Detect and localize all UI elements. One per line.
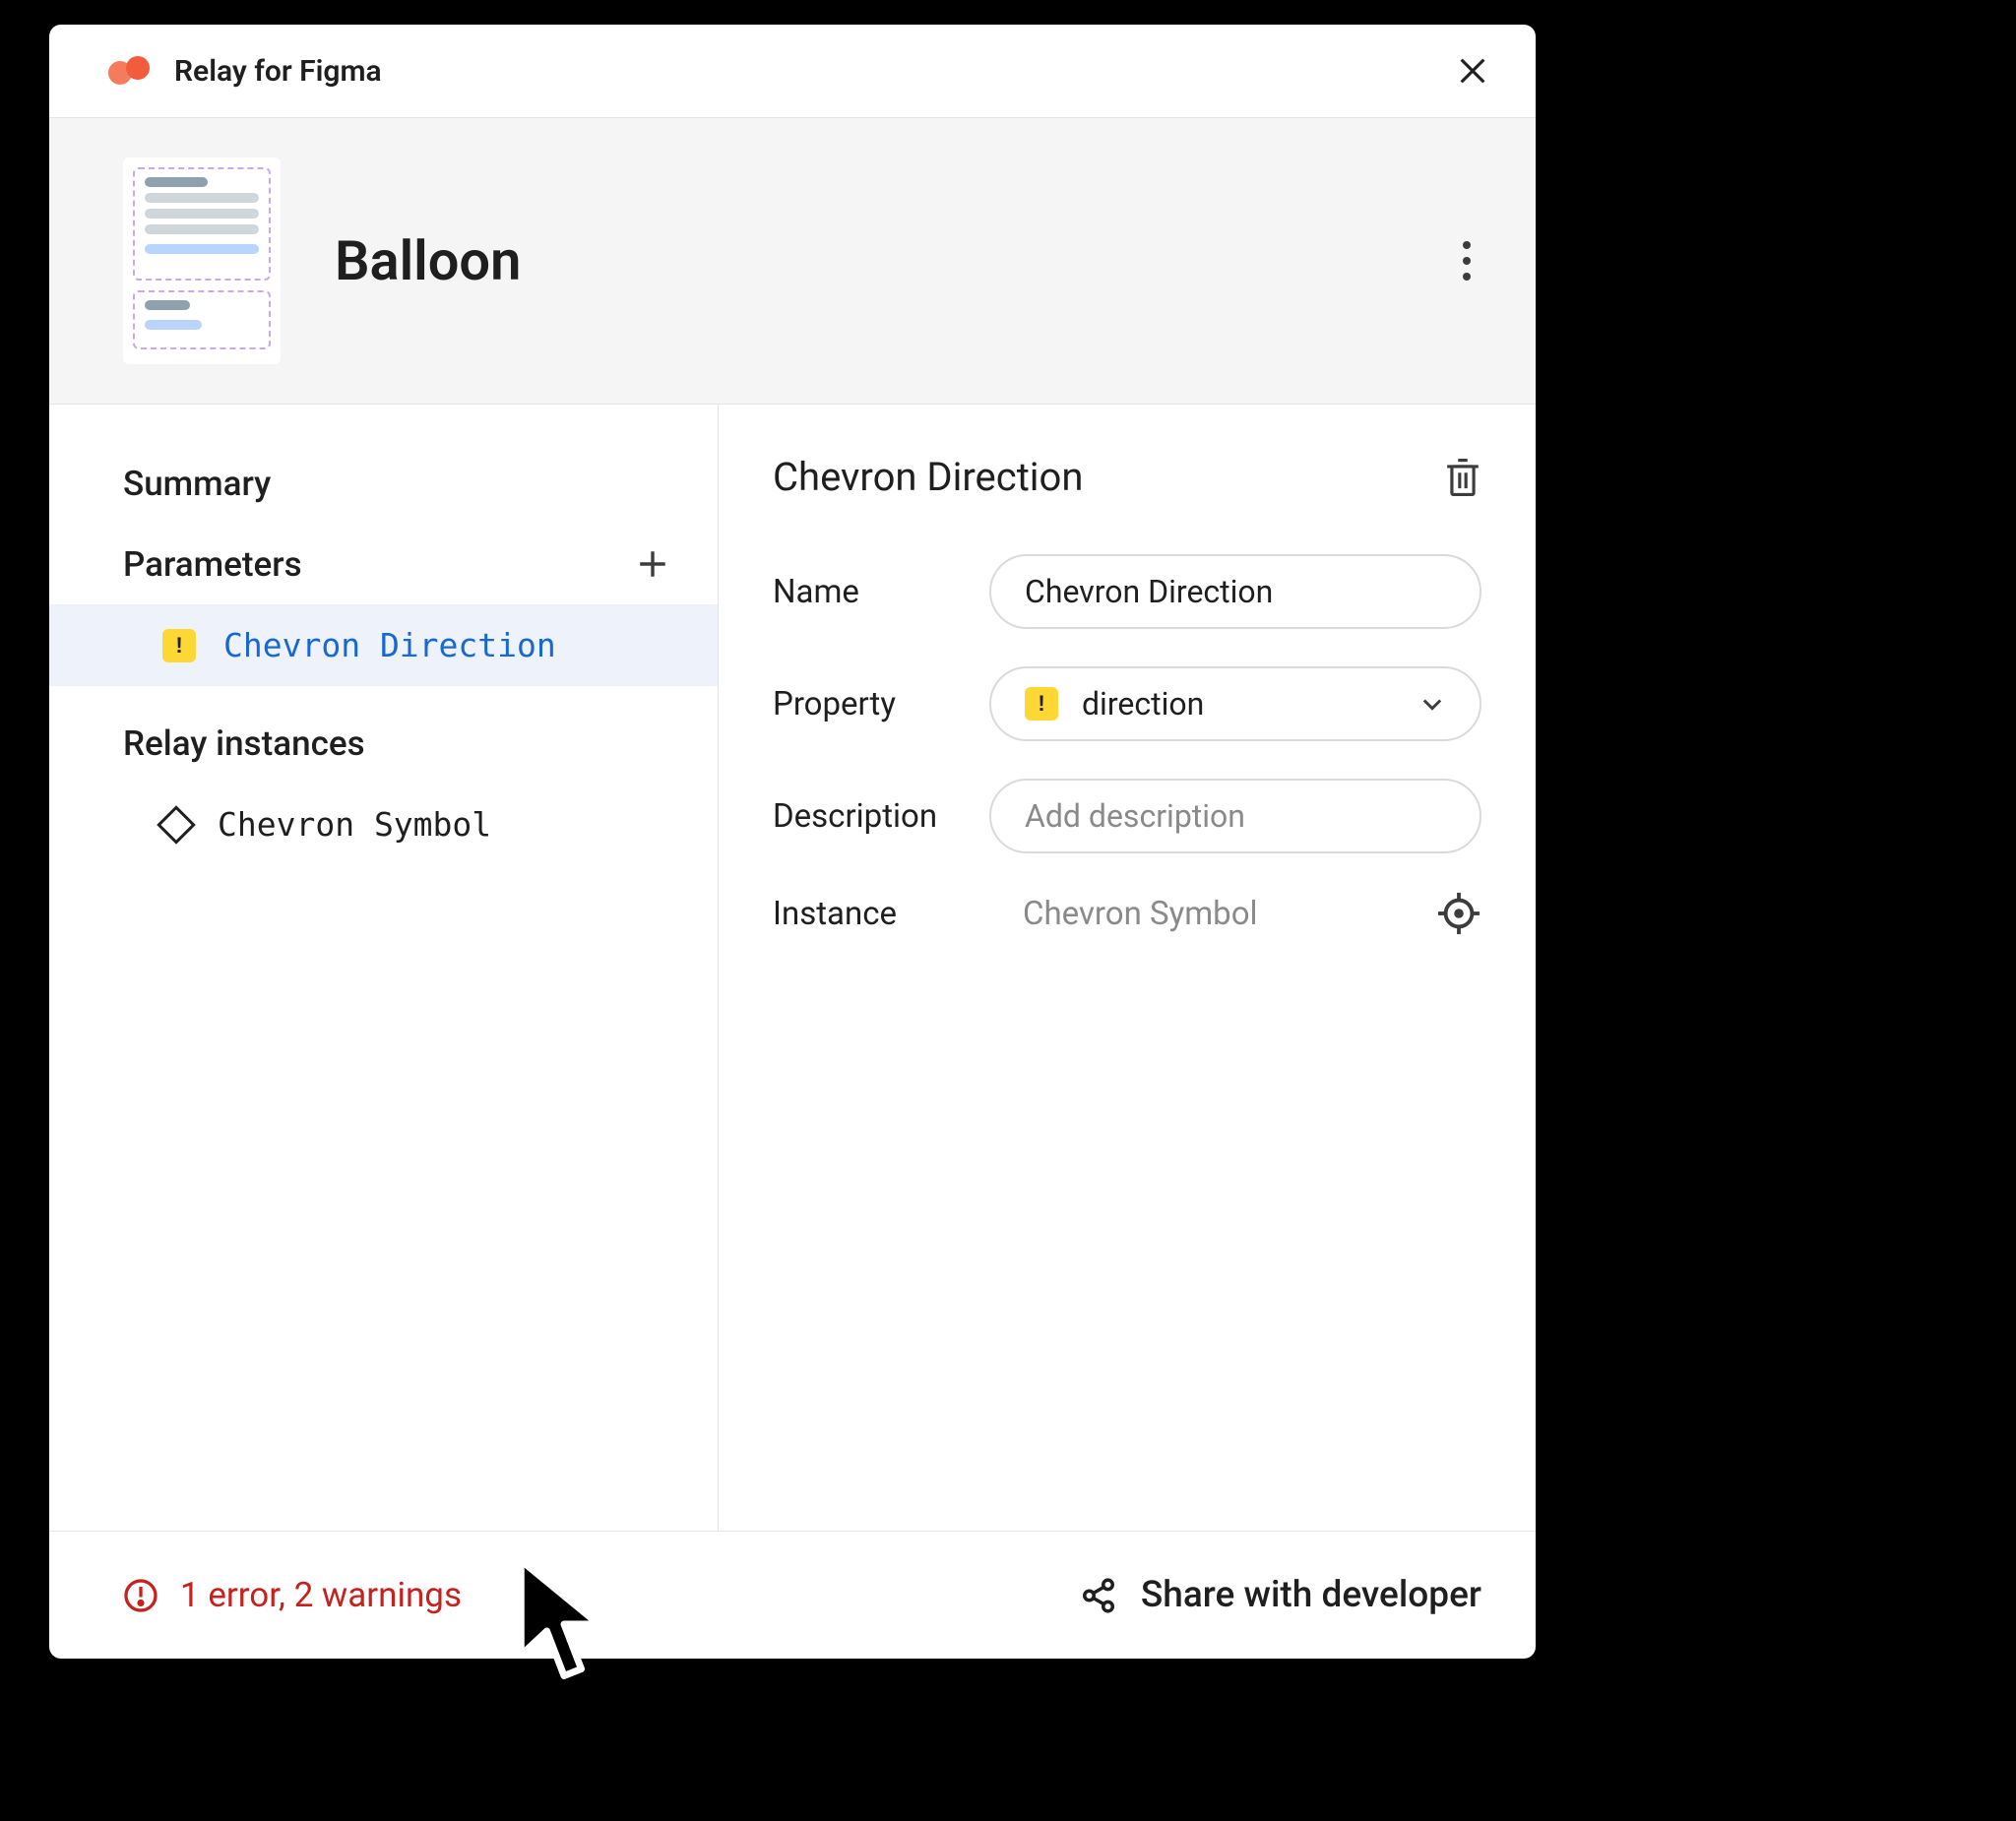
- property-select-value: direction: [1082, 685, 1204, 722]
- field-name: Name Chevron Direction: [773, 554, 1481, 629]
- share-label: Share with developer: [1141, 1574, 1481, 1616]
- sidebar-instance-item[interactable]: Chevron Symbol: [49, 784, 718, 865]
- warning-icon: !: [1025, 687, 1058, 721]
- field-description-label: Description: [773, 797, 989, 836]
- chevron-down-icon: [1418, 690, 1446, 718]
- delete-button[interactable]: [1444, 457, 1481, 498]
- sidebar-parameters-header: Parameters: [49, 524, 718, 604]
- relay-logo-icon: [108, 55, 153, 87]
- field-name-label: Name: [773, 573, 989, 611]
- sidebar-parameters-label: Parameters: [123, 544, 302, 585]
- share-button[interactable]: Share with developer: [1080, 1574, 1481, 1616]
- sidebar-parameter-label: Chevron Direction: [223, 626, 556, 664]
- more-menu-button[interactable]: [1447, 241, 1486, 281]
- name-input-value: Chevron Direction: [1025, 573, 1273, 610]
- close-button[interactable]: [1449, 47, 1496, 94]
- field-description: Description Add description: [773, 779, 1481, 853]
- warning-icon: !: [162, 629, 196, 662]
- detail-pane: Chevron Direction Name Chevron Direction…: [719, 405, 1536, 1531]
- panel-body: Summary Parameters ! Chevron Direction R…: [49, 405, 1536, 1531]
- description-placeholder: Add description: [1025, 797, 1245, 835]
- component-thumbnail: [123, 157, 281, 364]
- field-instance-label: Instance: [773, 895, 989, 933]
- name-input[interactable]: Chevron Direction: [989, 554, 1481, 629]
- errors-warnings-text: 1 error, 2 warnings: [180, 1575, 462, 1615]
- titlebar: Relay for Figma: [49, 25, 1536, 118]
- instance-icon: [157, 805, 196, 845]
- description-input[interactable]: Add description: [989, 779, 1481, 853]
- component-header: Balloon: [49, 118, 1536, 405]
- sidebar-summary[interactable]: Summary: [49, 444, 718, 524]
- detail-title: Chevron Direction: [773, 454, 1444, 500]
- sidebar-instance-label: Chevron Symbol: [218, 805, 491, 844]
- field-property: Property ! direction: [773, 666, 1481, 741]
- field-instance: Instance Chevron Symbol: [773, 891, 1481, 936]
- plus-icon: [636, 547, 669, 581]
- share-icon: [1080, 1577, 1117, 1614]
- component-name: Balloon: [335, 228, 1447, 293]
- instance-value: Chevron Symbol: [989, 895, 1436, 933]
- app-title: Relay for Figma: [174, 54, 1449, 89]
- sidebar-instances-label: Relay instances: [49, 704, 718, 784]
- sidebar-parameter-item[interactable]: ! Chevron Direction: [49, 604, 718, 686]
- errors-warnings-button[interactable]: 1 error, 2 warnings: [123, 1575, 462, 1615]
- close-icon: [1456, 54, 1489, 88]
- relay-panel: Relay for Figma Balloon: [49, 25, 1536, 1659]
- footer: 1 error, 2 warnings Share with developer: [49, 1531, 1536, 1659]
- property-select[interactable]: ! direction: [989, 666, 1481, 741]
- add-parameter-button[interactable]: [632, 543, 673, 585]
- locate-instance-button[interactable]: [1436, 891, 1481, 936]
- sidebar: Summary Parameters ! Chevron Direction R…: [49, 405, 719, 1531]
- field-property-label: Property: [773, 685, 989, 723]
- error-icon: [123, 1578, 158, 1613]
